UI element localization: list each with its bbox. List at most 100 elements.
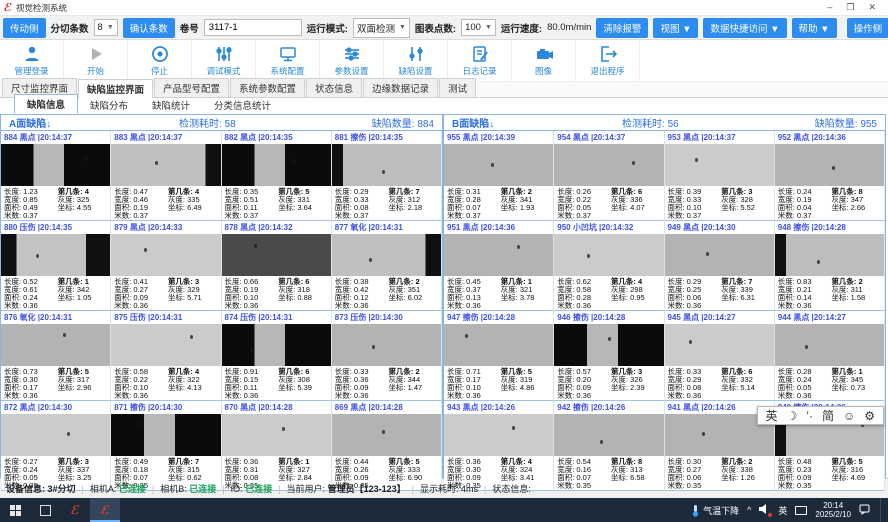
defect-cell[interactable]: 953 黑点 |20:14:37长度: 0.39宽度: 0.33面积: 0.10… [665,131,775,221]
ime-mode-toggle[interactable]: 英 [766,407,778,424]
touch-keyboard-icon[interactable] [795,506,807,515]
data-quick-access-button[interactable]: 数据快捷访问 ▼ [703,18,786,38]
defect-image[interactable] [332,234,441,276]
start-button[interactable]: 开始 [64,40,128,81]
defect-cell[interactable]: 943 黑点 |20:14:26长度: 0.36宽度: 0.30面积: 0.09… [444,401,554,491]
defect-cell[interactable]: 884 黑点 |20:14:37长度: 1.23宽度: 0.85面积: 0.49… [1,131,111,221]
defect-cell[interactable]: 875 压伤 |20:14:31长度: 0.58宽度: 0.22面积: 0.10… [111,311,221,401]
panel-b-title[interactable]: B面缺陷↓ [452,115,622,130]
defect-cell[interactable]: 871 擦伤 |20:14:30长度: 0.49宽度: 0.18面积: 0.07… [111,401,221,491]
defect-cell[interactable]: 877 氧化 |20:14:31长度: 0.38宽度: 0.42面积: 0.12… [332,221,442,311]
defect-image[interactable] [775,234,884,276]
restore-button[interactable]: ❐ [846,2,854,13]
view-menu-button[interactable]: 视图 ▼ [653,18,698,38]
subtab-defect-distribution[interactable]: 缺陷分布 [78,96,140,114]
drive-side-button[interactable]: 传动侧 [3,18,46,38]
tab-system-param-config[interactable]: 系统参数配置 [230,78,305,97]
debug-mode-button[interactable]: 调试模式 [192,40,256,81]
defect-image[interactable] [665,144,774,186]
defect-cell[interactable]: 881 擦伤 |20:14:35长度: 0.29宽度: 0.33面积: 0.08… [332,131,442,221]
defect-image[interactable] [444,144,553,186]
defect-image[interactable] [222,144,331,186]
show-desktop-button[interactable] [880,498,884,522]
defect-cell[interactable]: 950 小凹坑 |20:14:32长度: 0.62宽度: 0.58面积: 0.2… [554,221,664,311]
ime-emoji-icon[interactable]: ☺ [843,409,855,423]
defect-image[interactable] [554,144,663,186]
defect-cell[interactable]: 872 黑点 |20:14:30长度: 0.27宽度: 0.24面积: 0.05… [1,401,111,491]
taskbar-clock[interactable]: 20:142025/2/10 [815,501,851,519]
chart-points-dropdown[interactable]: 100▼ [461,19,496,36]
defect-image[interactable] [1,324,110,366]
defect-image[interactable] [332,324,441,366]
defect-image[interactable] [665,234,774,276]
start-button-windows[interactable] [0,498,30,522]
defect-cell[interactable]: 879 黑点 |20:14:33长度: 0.41宽度: 0.27面积: 0.09… [111,221,221,311]
tab-status-info[interactable]: 状态信息 [306,78,362,97]
defect-cell[interactable]: 883 黑点 |20:14:37长度: 0.47宽度: 0.46面积: 0.19… [111,131,221,221]
stop-button[interactable]: 停止 [128,40,192,81]
defect-image[interactable] [775,324,884,366]
clear-alarm-button[interactable]: 清除报警 [596,18,648,38]
defect-cell[interactable]: 951 黑点 |20:14:36长度: 0.45宽度: 0.37面积: 0.13… [444,221,554,311]
defect-image[interactable] [111,414,220,456]
notification-center-icon[interactable] [859,504,870,517]
active-app-button[interactable]: ℰ [90,498,120,522]
run-mode-dropdown[interactable]: 双面检测▼ [353,18,410,38]
weather-tray-item[interactable]: 气温下降 [691,504,739,517]
tab-defect-monitor[interactable]: 缺陷监控界面 [78,79,153,98]
defect-image[interactable] [1,414,110,456]
defect-image[interactable] [222,234,331,276]
ime-simplified-toggle[interactable]: 简 [822,407,834,424]
tab-product-model-config[interactable]: 产品型号配置 [154,78,229,97]
defect-cell[interactable]: 952 黑点 |20:14:36长度: 0.24宽度: 0.19面积: 0.04… [775,131,885,221]
log-record-button[interactable]: 日志记录 [448,40,512,81]
admin-login-button[interactable]: 管理登录 [0,40,64,81]
system-config-button[interactable]: 系统配置 [256,40,320,81]
defect-image[interactable] [444,234,553,276]
defect-image[interactable] [332,144,441,186]
defect-image[interactable] [1,234,110,276]
defect-image[interactable] [332,414,441,456]
subtab-class-info-statistics[interactable]: 分类信息统计 [202,96,283,114]
defect-image[interactable] [554,324,663,366]
defect-image[interactable] [444,324,553,366]
volume-tray-icon[interactable] [759,504,770,516]
defect-cell[interactable]: 873 压伤 |20:14:30长度: 0.33宽度: 0.36面积: 0.09… [332,311,442,401]
defect-image[interactable] [775,144,884,186]
confirm-slit-button[interactable]: 确认条数 [123,18,175,38]
roll-number-input[interactable] [204,19,302,36]
defect-cell[interactable]: 948 擦伤 |20:14:28长度: 0.83宽度: 0.21面积: 0.14… [775,221,885,311]
task-view-button[interactable] [30,498,60,522]
tab-edge-data-record[interactable]: 边缘数据记录 [363,78,438,97]
defect-cell[interactable]: 955 黑点 |20:14:39长度: 0.31宽度: 0.28面积: 0.07… [444,131,554,221]
minimize-button[interactable]: – [827,2,832,13]
help-menu-button[interactable]: 帮助 ▼ [792,18,837,38]
parameter-settings-button[interactable]: 参数设置 [320,40,384,81]
defect-image[interactable] [111,324,220,366]
defect-cell[interactable]: 870 黑点 |20:14:28长度: 0.36宽度: 0.31面积: 0.08… [222,401,332,491]
defect-settings-button[interactable]: 缺陷设置 [384,40,448,81]
subtab-defect-info[interactable]: 缺陷信息 [14,94,78,114]
defect-cell[interactable]: 869 黑点 |20:14:28长度: 0.44宽度: 0.26面积: 0.09… [332,401,442,491]
defect-cell[interactable]: 946 擦伤 |20:14:28长度: 0.57宽度: 0.20面积: 0.09… [554,311,664,401]
panel-a-title[interactable]: A面缺陷↓ [9,115,179,130]
defect-cell[interactable]: 947 擦伤 |20:14:28长度: 0.71宽度: 0.17面积: 0.10… [444,311,554,401]
defect-image[interactable] [1,144,110,186]
defect-cell[interactable]: 878 黑点 |20:14:32长度: 0.66宽度: 0.19面积: 0.10… [222,221,332,311]
exit-program-button[interactable]: 退出程序 [576,40,640,81]
defect-cell[interactable]: 949 黑点 |20:14:30长度: 0.29宽度: 0.25面积: 0.06… [665,221,775,311]
defect-cell[interactable]: 882 黑点 |20:14:35长度: 0.35宽度: 0.51面积: 0.11… [222,131,332,221]
tray-expand-chevron[interactable]: ^ [747,505,751,515]
defect-cell[interactable]: 944 黑点 |20:14:27长度: 0.28宽度: 0.24面积: 0.05… [775,311,885,401]
defect-cell[interactable]: 942 擦伤 |20:14:26长度: 0.54宽度: 0.16面积: 0.07… [554,401,664,491]
operator-side-button[interactable]: 操作侧 [847,18,888,38]
defect-cell[interactable]: 876 氧化 |20:14:31长度: 0.73宽度: 0.30面积: 0.17… [1,311,111,401]
defect-cell[interactable]: 954 黑点 |20:14:37长度: 0.26宽度: 0.22面积: 0.05… [554,131,664,221]
slit-count-dropdown[interactable]: 8▼ [94,19,118,36]
defect-image[interactable] [111,234,220,276]
subtab-defect-statistics[interactable]: 缺陷统计 [140,96,202,114]
image-button[interactable]: 图像 [512,40,576,81]
defect-image[interactable] [222,324,331,366]
ime-fullwidth-moon-icon[interactable]: ☽ [787,409,798,423]
ime-punctuation-toggle[interactable]: ’· [806,409,813,423]
